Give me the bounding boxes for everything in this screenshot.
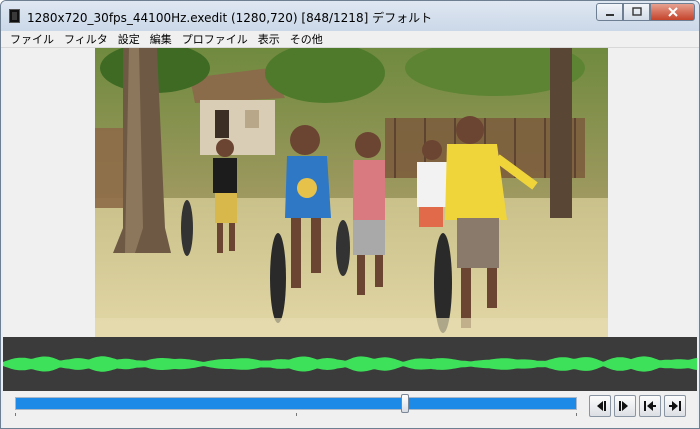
step-back-icon: [597, 401, 606, 411]
preview-area: [3, 48, 697, 337]
app-window: 1280x720_30fps_44100Hz.exedit (1280,720)…: [0, 0, 700, 429]
step-forward-icon: [619, 401, 628, 411]
minimize-button[interactable]: [596, 3, 623, 21]
window-title: 1280x720_30fps_44100Hz.exedit (1280,720)…: [27, 11, 433, 25]
seek-thumb[interactable]: [400, 394, 409, 413]
go-start-button[interactable]: [639, 395, 661, 417]
maximize-icon: [631, 7, 642, 16]
next-frame-button[interactable]: [614, 395, 636, 417]
close-button[interactable]: [650, 3, 695, 21]
seek-ticks: [15, 413, 577, 419]
video-frame-image: [95, 48, 608, 337]
maximize-button[interactable]: [623, 3, 650, 21]
video-preview[interactable]: [95, 48, 608, 337]
close-icon: [667, 7, 678, 17]
seek-bar-fill: [16, 398, 406, 409]
minimize-icon: [605, 14, 614, 16]
frame-buttons: [589, 395, 686, 417]
menu-settings[interactable]: 設定: [113, 31, 145, 48]
playback-controls: [3, 391, 697, 428]
audio-waveform-panel[interactable]: [3, 337, 697, 391]
prev-frame-button[interactable]: [589, 395, 611, 417]
seek-bar[interactable]: [15, 397, 577, 410]
window-controls: [596, 3, 695, 21]
menu-bar: ファイル フィルタ 設定 編集 プロファイル 表示 その他: [1, 31, 699, 48]
app-icon: [9, 9, 20, 23]
menu-profile[interactable]: プロファイル: [177, 31, 253, 48]
audio-waveform: [3, 356, 697, 372]
skip-to-end-icon: [669, 401, 681, 411]
menu-edit[interactable]: 編集: [145, 31, 177, 48]
title-bar[interactable]: 1280x720_30fps_44100Hz.exedit (1280,720)…: [1, 1, 699, 31]
menu-file[interactable]: ファイル: [5, 31, 59, 48]
skip-to-start-icon: [644, 401, 656, 411]
waveform-path: [3, 356, 697, 372]
go-end-button[interactable]: [664, 395, 686, 417]
menu-other[interactable]: その他: [285, 31, 328, 48]
menu-view[interactable]: 表示: [253, 31, 285, 48]
menu-filter[interactable]: フィルタ: [59, 31, 113, 48]
